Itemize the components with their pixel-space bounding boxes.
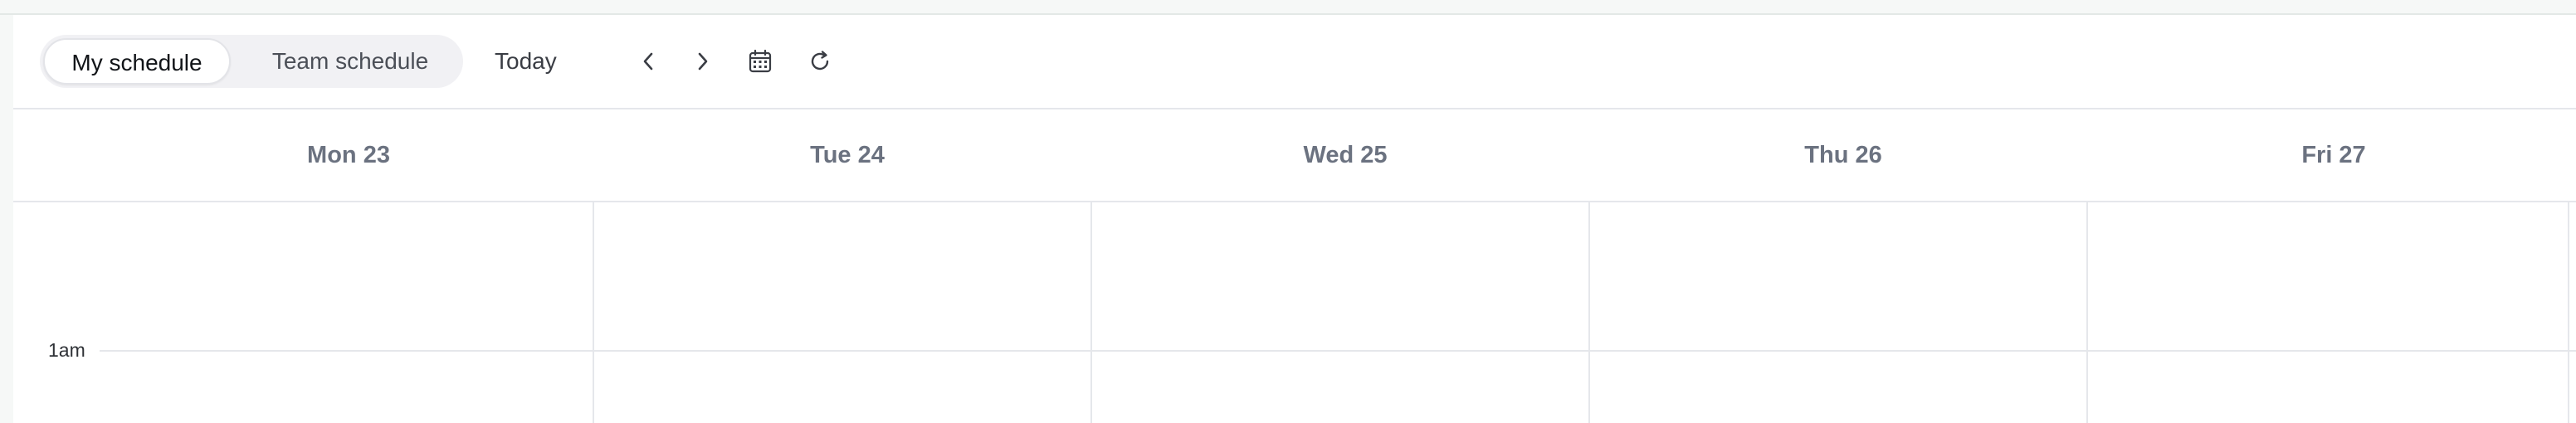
chevron-left-icon (639, 50, 659, 73)
day-header-mon: Mon 23 (307, 142, 390, 168)
column-divider (2086, 202, 2088, 423)
refresh-icon (807, 49, 832, 74)
week-day-header: Mon 23 Tue 24 Wed 25 Thu 26 Fri 27 (13, 109, 2576, 202)
day-header-tue: Tue 24 (810, 142, 885, 168)
my-schedule-tab[interactable]: My schedule (43, 38, 231, 85)
chevron-right-icon (692, 50, 712, 73)
top-strip (0, 0, 2576, 15)
previous-week-button[interactable] (631, 43, 667, 80)
schedule-page: My schedule Team schedule Today Mon 23 T… (0, 0, 2576, 423)
column-divider (1090, 202, 1092, 423)
day-header-wed: Wed 25 (1303, 142, 1388, 168)
left-edge (0, 15, 13, 423)
refresh-button[interactable] (802, 43, 838, 80)
time-label: 1am (48, 339, 85, 361)
schedule-view-toggle: My schedule Team schedule (40, 35, 463, 88)
schedule-toolbar: My schedule Team schedule Today (13, 15, 2576, 109)
today-button[interactable]: Today (495, 41, 557, 81)
column-divider (1588, 202, 1590, 423)
column-divider (2568, 202, 2569, 423)
date-picker-button[interactable] (742, 43, 778, 80)
schedule-grid: 1am (13, 202, 2576, 423)
day-header-fri: Fri 27 (2301, 142, 2366, 168)
calendar-icon (748, 49, 773, 74)
team-schedule-tab[interactable]: Team schedule (242, 38, 458, 85)
next-week-button[interactable] (684, 43, 720, 80)
day-header-thu: Thu 26 (1804, 142, 1882, 168)
column-divider (593, 202, 594, 423)
hour-gridline (100, 350, 2576, 352)
